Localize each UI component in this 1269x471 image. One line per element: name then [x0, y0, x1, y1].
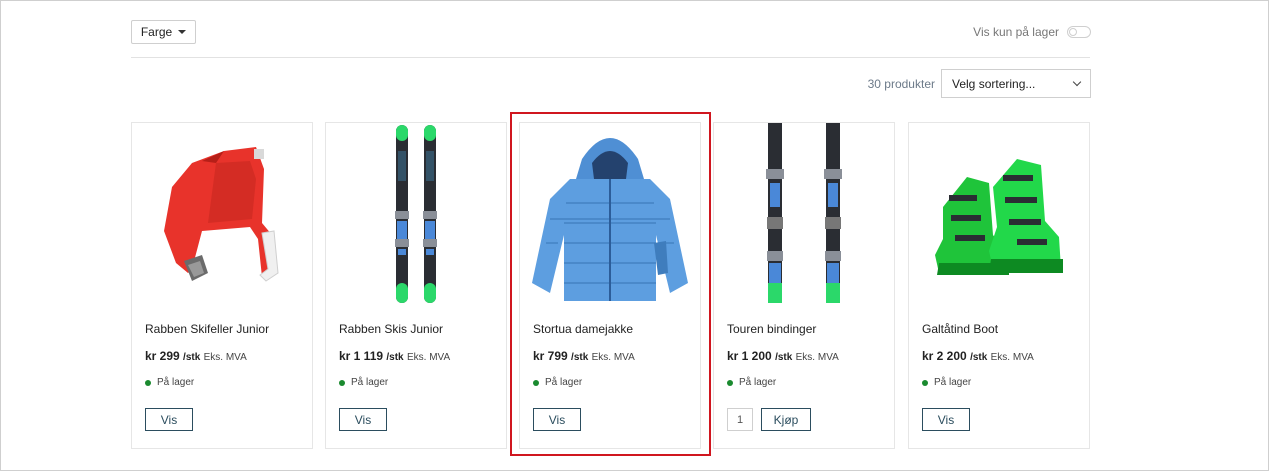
caret-down-icon	[178, 30, 187, 34]
sort-select[interactable]: Velg sortering...	[941, 69, 1091, 98]
product-price: kr 799	[533, 349, 568, 363]
stock-label: På lager	[934, 377, 972, 388]
stock-label: På lager	[739, 377, 777, 388]
product-name[interactable]: Touren bindinger	[727, 322, 816, 336]
vat-note: Eks. MVA	[591, 352, 635, 363]
jacket-icon[interactable]	[520, 123, 700, 308]
toggle-knob	[1069, 28, 1077, 36]
stock-status: På lager	[339, 377, 388, 388]
product-name[interactable]: Rabben Skis Junior	[339, 322, 443, 336]
chevron-down-icon	[1072, 77, 1082, 87]
product-card[interactable]: Rabben Skis Junior kr 1 119 /stk Eks. MV…	[325, 122, 507, 449]
price-unit: /stk	[970, 352, 988, 363]
view-button[interactable]: Vis	[533, 408, 581, 431]
view-button[interactable]: Vis	[922, 408, 970, 431]
product-price: kr 299	[145, 349, 180, 363]
product-price-line: kr 2 200 /stk Eks. MVA	[922, 349, 1034, 363]
in-stock-dot-icon	[339, 379, 345, 386]
in-stock-dot-icon	[145, 379, 151, 386]
stock-label: På lager	[157, 377, 195, 388]
color-filter-label: Farge	[140, 25, 173, 39]
product-price: kr 2 200	[922, 349, 967, 363]
buy-button[interactable]: Kjøp	[761, 408, 811, 431]
ski-bindings-icon[interactable]	[714, 123, 894, 308]
product-price-line: kr 1 119 /stk Eks. MVA	[339, 349, 450, 363]
product-price-line: kr 1 200 /stk Eks. MVA	[727, 349, 839, 363]
price-unit: /stk	[775, 352, 793, 363]
view-button[interactable]: Vis	[145, 408, 193, 431]
product-name[interactable]: Stortua damejakke	[533, 322, 633, 336]
vat-note: Eks. MVA	[203, 352, 247, 363]
product-card[interactable]: Galtåtind Boot kr 2 200 /stk Eks. MVA På…	[908, 122, 1090, 449]
stock-label: På lager	[545, 377, 583, 388]
sort-placeholder: Velg sortering...	[952, 76, 1036, 91]
price-unit: /stk	[386, 352, 404, 363]
product-price: kr 1 119	[339, 349, 384, 363]
stock-only-filter: Vis kun på lager	[973, 25, 1091, 39]
product-count: 30 produkter	[867, 77, 935, 91]
product-name[interactable]: Rabben Skifeller Junior	[145, 322, 269, 336]
product-card[interactable]: Stortua damejakke kr 799 /stk Eks. MVA P…	[519, 122, 701, 449]
climbing-skins-icon[interactable]	[132, 123, 312, 308]
product-name[interactable]: Galtåtind Boot	[922, 322, 998, 336]
in-stock-dot-icon	[727, 379, 733, 386]
quantity-input[interactable]: 1	[727, 408, 753, 431]
product-price-line: kr 299 /stk Eks. MVA	[145, 349, 247, 363]
stock-status: På lager	[922, 377, 971, 388]
stock-status: På lager	[727, 377, 776, 388]
in-stock-dot-icon	[922, 379, 928, 386]
price-unit: /stk	[571, 352, 589, 363]
price-unit: /stk	[183, 352, 201, 363]
in-stock-dot-icon	[533, 379, 539, 386]
vat-note: Eks. MVA	[990, 352, 1034, 363]
stock-only-toggle[interactable]	[1067, 26, 1091, 38]
product-card[interactable]: Touren bindinger kr 1 200 /stk Eks. MVA …	[713, 122, 895, 449]
product-card[interactable]: Rabben Skifeller Junior kr 299 /stk Eks.…	[131, 122, 313, 449]
product-price: kr 1 200	[727, 349, 772, 363]
stock-label: På lager	[351, 377, 389, 388]
color-filter-dropdown[interactable]: Farge	[131, 20, 196, 44]
stock-only-label: Vis kun på lager	[973, 25, 1059, 39]
vat-note: Eks. MVA	[406, 352, 451, 363]
stock-status: På lager	[145, 377, 194, 388]
divider	[131, 57, 1090, 58]
ski-boot-icon[interactable]	[909, 123, 1089, 308]
view-button[interactable]: Vis	[339, 408, 387, 431]
vat-note: Eks. MVA	[795, 352, 839, 363]
stock-status: På lager	[533, 377, 582, 388]
product-price-line: kr 799 /stk Eks. MVA	[533, 349, 635, 363]
skis-icon[interactable]	[326, 123, 506, 308]
